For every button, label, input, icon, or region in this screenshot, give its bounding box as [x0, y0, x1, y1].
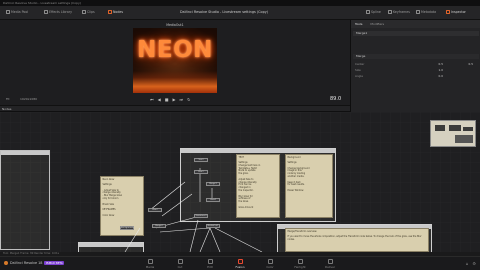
viewer-controls: Fit 1920x1080 ⏮ ◀ ■ ▶ ⏭ ↻ 89.0 — [0, 94, 350, 106]
inspector-node-name: Merge1 — [353, 31, 479, 36]
media-pool-icon — [6, 10, 10, 14]
video-frame[interactable]: NEON — [133, 28, 217, 93]
node-blur2[interactable]: Blur2 — [148, 208, 162, 212]
loop-icon[interactable]: ↻ — [187, 97, 190, 102]
gear-icon[interactable]: ⚙ — [472, 261, 476, 266]
clips-icon — [82, 10, 86, 14]
metadata-button[interactable]: Metadata — [416, 10, 436, 14]
resolve-logo-icon — [4, 261, 8, 265]
inspector-row-size[interactable]: Size 1.0 — [355, 68, 477, 72]
inspector-icon — [446, 10, 450, 14]
tab-tools[interactable]: Tools — [351, 20, 366, 28]
play-icon[interactable]: ▶ — [172, 97, 175, 102]
app-title: DaVinci Resolve Studio - Livestream sett… — [3, 1, 81, 5]
keyframes-button[interactable]: Keyframes — [388, 10, 410, 14]
brand: DaVinci Resolve 18 PUBLIC BETA — [4, 261, 65, 265]
fusion-page-icon — [237, 259, 243, 264]
node-minimap[interactable] — [430, 120, 476, 147]
home-icon[interactable]: ⌂ — [466, 261, 469, 266]
tab-color[interactable]: Color — [259, 259, 281, 269]
node-background1[interactable]: Background1 — [120, 226, 134, 230]
spline-icon — [366, 10, 370, 14]
clips-button[interactable]: Clips — [82, 10, 95, 14]
inspector-row-center[interactable]: Center 0.5 0.5 — [355, 62, 477, 66]
page-bar: DaVinci Resolve 18 PUBLIC BETA Media Cut… — [0, 256, 480, 270]
project-title: DaVinci Resolve Studio - Livestream sett… — [180, 10, 269, 14]
inspector-button[interactable]: Inspector — [446, 10, 466, 14]
neon-text: NEON — [137, 37, 213, 63]
tab-cut[interactable]: Cut — [169, 259, 191, 269]
tab-fusion[interactable]: Fusion — [229, 259, 251, 269]
color-page-icon — [267, 259, 273, 264]
fairlight-page-icon — [297, 259, 303, 264]
effects-icon — [44, 10, 48, 14]
top-toolbar: Media Pool Effects Library Clips Nodes D… — [0, 6, 480, 20]
nodes-icon — [108, 10, 112, 14]
tab-edit[interactable]: Edit — [199, 259, 221, 269]
page-bar-right: ⌂ ⚙ — [466, 261, 476, 266]
inspector-row-angle[interactable]: Angle 0.0 — [355, 74, 477, 78]
viewer-panel: MediaOut1 NEON Fit 1920x1080 ⏮ ◀ ■ ▶ ⏭ ↻… — [0, 20, 350, 106]
keyframes-icon — [388, 10, 392, 14]
inspector-tabs: Tools Modifiers — [351, 20, 480, 28]
fire-background — [133, 71, 217, 93]
tab-modifiers[interactable]: Modifiers — [366, 20, 388, 28]
node-text1[interactable]: Text1 — [194, 158, 208, 162]
deliver-page-icon — [327, 259, 333, 264]
node-transform1[interactable]: Transform1 — [194, 214, 208, 218]
resolution-label: 1920x1080 — [20, 97, 38, 101]
spline-button[interactable]: Spline — [366, 10, 381, 14]
stop-icon[interactable]: ■ — [165, 97, 169, 102]
effects-library-button[interactable]: Effects Library — [44, 10, 72, 14]
zoom-select[interactable]: Fit — [6, 97, 10, 101]
skip-back-icon[interactable]: ⏮ — [150, 97, 154, 102]
skip-forward-icon[interactable]: ⏭ — [180, 97, 184, 102]
node-editor-label: Nodes — [2, 106, 12, 111]
cut-page-icon — [177, 259, 183, 264]
media-pool-button[interactable]: Media Pool — [6, 10, 28, 14]
beta-badge: PUBLIC BETA — [44, 261, 65, 265]
media-page-icon — [147, 259, 153, 264]
edit-page-icon — [207, 259, 213, 264]
node-merge2[interactable]: Merge2 — [152, 224, 166, 228]
inspector-section[interactable]: Merge — [353, 54, 479, 59]
timecode: 89.0 — [330, 96, 342, 102]
node-merge1[interactable]: Merge1 — [206, 182, 220, 186]
node-glow1[interactable]: Glow1 — [206, 198, 220, 202]
node-editor[interactable]: Neon Glow Settings: - Adjust Size to cha… — [0, 112, 480, 252]
metadata-icon — [416, 10, 420, 14]
tab-deliver[interactable]: Deliver — [319, 259, 341, 269]
play-reverse-icon[interactable]: ◀ — [158, 97, 161, 102]
transport-controls: ⏮ ◀ ■ ▶ ⏭ ↻ — [150, 97, 191, 102]
node-blur1[interactable]: Blur1 — [194, 170, 208, 174]
nodes-button[interactable]: Nodes — [108, 10, 123, 14]
node-mediaout1[interactable]: MediaOut1 — [206, 224, 220, 228]
tab-fairlight[interactable]: Fairlight — [289, 259, 311, 269]
tab-media[interactable]: Media — [139, 259, 161, 269]
viewer-title: MediaOut1 — [166, 23, 184, 27]
node-connections — [124, 168, 263, 252]
